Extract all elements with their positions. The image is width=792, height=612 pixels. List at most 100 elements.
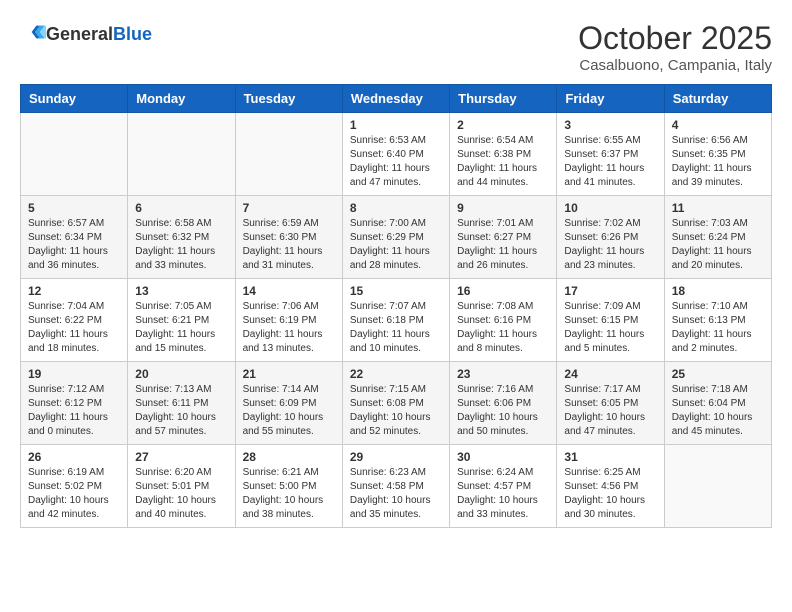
day-info: Sunrise: 7:09 AMSunset: 6:15 PMDaylight:… bbox=[564, 300, 656, 356]
day-info: Sunrise: 7:16 AMSunset: 6:06 PMDaylight:… bbox=[457, 383, 549, 439]
logo-general-text: General bbox=[46, 24, 113, 44]
calendar-cell: 21 Sunrise: 7:14 AMSunset: 6:09 PMDayligh… bbox=[235, 362, 342, 445]
logo-icon bbox=[22, 20, 46, 44]
day-header-wednesday: Wednesday bbox=[342, 85, 449, 113]
calendar-cell: 28 Sunrise: 6:21 AMSunset: 5:00 PMDayligh… bbox=[235, 445, 342, 528]
calendar-cell bbox=[235, 113, 342, 196]
calendar-cell bbox=[128, 113, 235, 196]
day-info: Sunrise: 7:04 AMSunset: 6:22 PMDaylight:… bbox=[28, 300, 120, 356]
day-number: 29 bbox=[350, 450, 442, 464]
calendar-cell: 17Sunrise: 7:09 AMSunset: 6:15 PMDayligh… bbox=[557, 279, 664, 362]
day-info: Sunrise: 7:08 AMSunset: 6:16 PMDaylight:… bbox=[457, 300, 549, 356]
calendar-cell: 26 Sunrise: 6:19 AMSunset: 5:02 PMDayligh… bbox=[21, 445, 128, 528]
day-header-saturday: Saturday bbox=[664, 85, 771, 113]
day-number: 6 bbox=[135, 201, 227, 215]
calendar-cell: 8Sunrise: 7:00 AMSunset: 6:29 PMDaylight… bbox=[342, 196, 449, 279]
day-number: 13 bbox=[135, 284, 227, 298]
calendar-cell: 2 Sunrise: 6:54 AMSunset: 6:38 PMDaylight… bbox=[450, 113, 557, 196]
calendar-cell: 19Sunrise: 7:12 AMSunset: 6:12 PMDayligh… bbox=[21, 362, 128, 445]
day-number: 7 bbox=[243, 201, 335, 215]
day-number: 16 bbox=[457, 284, 549, 298]
day-number: 30 bbox=[457, 450, 549, 464]
day-number: 21 bbox=[243, 367, 335, 381]
day-header-thursday: Thursday bbox=[450, 85, 557, 113]
calendar-cell bbox=[21, 113, 128, 196]
calendar-cell: 6Sunrise: 6:58 AMSunset: 6:32 PMDaylight… bbox=[128, 196, 235, 279]
day-number: 28 bbox=[243, 450, 335, 464]
calendar-cell: 25 Sunrise: 7:18 AMSunset: 6:04 PMDayligh… bbox=[664, 362, 771, 445]
day-header-friday: Friday bbox=[557, 85, 664, 113]
calendar-cell: 14Sunrise: 7:06 AMSunset: 6:19 PMDayligh… bbox=[235, 279, 342, 362]
calendar-cell: 9 Sunrise: 7:01 AMSunset: 6:27 PMDaylight… bbox=[450, 196, 557, 279]
calendar-cell: 16 Sunrise: 7:08 AMSunset: 6:16 PMDayligh… bbox=[450, 279, 557, 362]
day-number: 8 bbox=[350, 201, 442, 215]
day-header-sunday: Sunday bbox=[21, 85, 128, 113]
day-info: Sunrise: 6:56 AMSunset: 6:35 PMDaylight:… bbox=[672, 134, 764, 190]
logo: GeneralBlue bbox=[20, 20, 152, 49]
day-number: 15 bbox=[350, 284, 442, 298]
calendar-week-2: 5 Sunrise: 6:57 AMSunset: 6:34 PMDaylight… bbox=[21, 196, 772, 279]
day-info: Sunrise: 7:01 AMSunset: 6:27 PMDaylight:… bbox=[457, 217, 549, 273]
calendar-cell bbox=[664, 445, 771, 528]
calendar-cell: 7 Sunrise: 6:59 AMSunset: 6:30 PMDaylight… bbox=[235, 196, 342, 279]
day-number: 14 bbox=[243, 284, 335, 298]
day-info: Sunrise: 7:15 AMSunset: 6:08 PMDaylight:… bbox=[350, 383, 442, 439]
calendar-cell: 20 Sunrise: 7:13 AMSunset: 6:11 PMDayligh… bbox=[128, 362, 235, 445]
calendar-cell: 11 Sunrise: 7:03 AMSunset: 6:24 PMDayligh… bbox=[664, 196, 771, 279]
day-number: 5 bbox=[28, 201, 120, 215]
day-number: 26 bbox=[28, 450, 120, 464]
day-number: 20 bbox=[135, 367, 227, 381]
day-info: Sunrise: 6:57 AMSunset: 6:34 PMDaylight:… bbox=[28, 217, 120, 273]
day-info: Sunrise: 7:02 AMSunset: 6:26 PMDaylight:… bbox=[564, 217, 656, 273]
day-info: Sunrise: 7:17 AMSunset: 6:05 PMDaylight:… bbox=[564, 383, 656, 439]
day-info: Sunrise: 6:20 AMSunset: 5:01 PMDaylight:… bbox=[135, 466, 227, 522]
calendar-cell: 23Sunrise: 7:16 AMSunset: 6:06 PMDayligh… bbox=[450, 362, 557, 445]
day-info: Sunrise: 7:13 AMSunset: 6:11 PMDaylight:… bbox=[135, 383, 227, 439]
day-number: 4 bbox=[672, 118, 764, 132]
day-number: 24 bbox=[564, 367, 656, 381]
calendar-cell: 22 Sunrise: 7:15 AMSunset: 6:08 PMDayligh… bbox=[342, 362, 449, 445]
calendar-cell: 30Sunrise: 6:24 AMSunset: 4:57 PMDayligh… bbox=[450, 445, 557, 528]
title-block: October 2025 Casalbuono, Campania, Italy bbox=[578, 20, 772, 74]
logo-blue-text: Blue bbox=[113, 24, 152, 44]
day-info: Sunrise: 7:18 AMSunset: 6:04 PMDaylight:… bbox=[672, 383, 764, 439]
day-info: Sunrise: 6:55 AMSunset: 6:37 PMDaylight:… bbox=[564, 134, 656, 190]
day-info: Sunrise: 6:53 AMSunset: 6:40 PMDaylight:… bbox=[350, 134, 442, 190]
day-info: Sunrise: 7:05 AMSunset: 6:21 PMDaylight:… bbox=[135, 300, 227, 356]
day-info: Sunrise: 6:19 AMSunset: 5:02 PMDaylight:… bbox=[28, 466, 120, 522]
calendar-header-row: SundayMondayTuesdayWednesdayThursdayFrid… bbox=[21, 85, 772, 113]
calendar-table: SundayMondayTuesdayWednesdayThursdayFrid… bbox=[20, 84, 772, 528]
month-title: October 2025 bbox=[578, 20, 772, 57]
day-number: 10 bbox=[564, 201, 656, 215]
calendar-cell: 3Sunrise: 6:55 AMSunset: 6:37 PMDaylight… bbox=[557, 113, 664, 196]
day-info: Sunrise: 7:14 AMSunset: 6:09 PMDaylight:… bbox=[243, 383, 335, 439]
day-number: 11 bbox=[672, 201, 764, 215]
day-info: Sunrise: 7:07 AMSunset: 6:18 PMDaylight:… bbox=[350, 300, 442, 356]
day-number: 19 bbox=[28, 367, 120, 381]
calendar-cell: 1Sunrise: 6:53 AMSunset: 6:40 PMDaylight… bbox=[342, 113, 449, 196]
calendar-cell: 12 Sunrise: 7:04 AMSunset: 6:22 PMDayligh… bbox=[21, 279, 128, 362]
calendar-cell: 10 Sunrise: 7:02 AMSunset: 6:26 PMDayligh… bbox=[557, 196, 664, 279]
day-number: 25 bbox=[672, 367, 764, 381]
calendar-week-1: 1Sunrise: 6:53 AMSunset: 6:40 PMDaylight… bbox=[21, 113, 772, 196]
calendar-cell: 27Sunrise: 6:20 AMSunset: 5:01 PMDayligh… bbox=[128, 445, 235, 528]
day-info: Sunrise: 6:54 AMSunset: 6:38 PMDaylight:… bbox=[457, 134, 549, 190]
location-subtitle: Casalbuono, Campania, Italy bbox=[578, 57, 772, 74]
calendar-cell: 5 Sunrise: 6:57 AMSunset: 6:34 PMDaylight… bbox=[21, 196, 128, 279]
calendar-cell: 31Sunrise: 6:25 AMSunset: 4:56 PMDayligh… bbox=[557, 445, 664, 528]
day-number: 18 bbox=[672, 284, 764, 298]
day-header-monday: Monday bbox=[128, 85, 235, 113]
day-number: 12 bbox=[28, 284, 120, 298]
day-number: 2 bbox=[457, 118, 549, 132]
day-number: 9 bbox=[457, 201, 549, 215]
day-number: 22 bbox=[350, 367, 442, 381]
calendar-cell: 24 Sunrise: 7:17 AMSunset: 6:05 PMDayligh… bbox=[557, 362, 664, 445]
day-info: Sunrise: 6:25 AMSunset: 4:56 PMDaylight:… bbox=[564, 466, 656, 522]
day-info: Sunrise: 6:59 AMSunset: 6:30 PMDaylight:… bbox=[243, 217, 335, 273]
calendar-week-4: 19Sunrise: 7:12 AMSunset: 6:12 PMDayligh… bbox=[21, 362, 772, 445]
calendar-cell: 15 Sunrise: 7:07 AMSunset: 6:18 PMDayligh… bbox=[342, 279, 449, 362]
calendar-week-3: 12 Sunrise: 7:04 AMSunset: 6:22 PMDayligh… bbox=[21, 279, 772, 362]
day-info: Sunrise: 6:21 AMSunset: 5:00 PMDaylight:… bbox=[243, 466, 335, 522]
day-info: Sunrise: 7:03 AMSunset: 6:24 PMDaylight:… bbox=[672, 217, 764, 273]
calendar-week-5: 26 Sunrise: 6:19 AMSunset: 5:02 PMDayligh… bbox=[21, 445, 772, 528]
